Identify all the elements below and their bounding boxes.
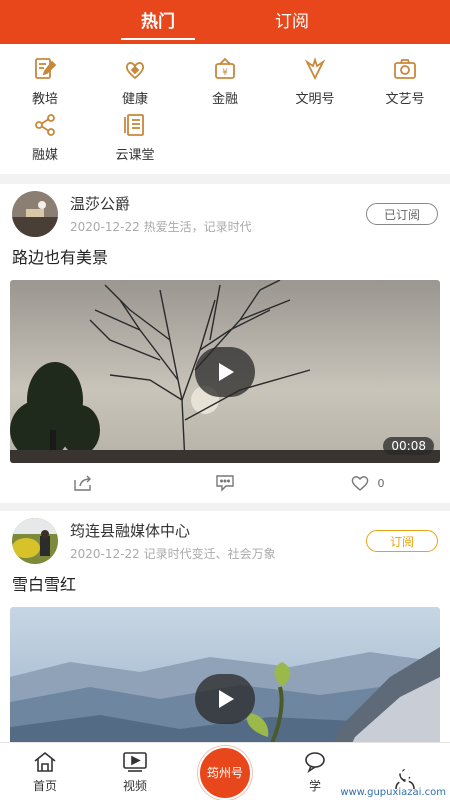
play-icon <box>219 362 234 381</box>
heart-icon <box>351 476 368 491</box>
bottom-nav: 首页 视频 筠州号 学 谷普软件园 www.gupuxiazai.com <box>0 742 450 800</box>
play-button[interactable] <box>195 673 255 724</box>
svg-text:¥: ¥ <box>222 68 228 78</box>
nav-label: 视频 <box>122 779 147 793</box>
avatar[interactable] <box>12 518 58 564</box>
tab-hot[interactable]: 热门 <box>121 7 195 40</box>
nav-video[interactable]: 视频 <box>90 743 180 800</box>
chat-icon <box>305 752 325 773</box>
edu-icon <box>35 58 57 79</box>
finance-icon: ¥ <box>215 57 235 79</box>
category-label: 文艺号 <box>385 92 425 107</box>
share-button[interactable] <box>12 474 154 492</box>
video-duration: 00:08 <box>383 437 434 455</box>
avatar[interactable] <box>12 191 58 237</box>
category-arts[interactable]: 文艺号 <box>360 52 450 108</box>
category-cloud-class[interactable]: 云课堂 <box>90 108 180 164</box>
post-actions: 0 <box>12 463 438 503</box>
play-button[interactable] <box>195 346 255 397</box>
civilization-icon <box>304 57 326 81</box>
subscribed-button[interactable]: 已订阅 <box>366 203 438 225</box>
like-count: 0 <box>377 476 385 490</box>
comment-button[interactable] <box>154 474 296 492</box>
nav-more[interactable] <box>360 743 450 800</box>
category-civilization[interactable]: 文明号 <box>270 52 360 108</box>
play-icon <box>219 689 234 708</box>
top-tab-bar: 热门 订阅 <box>0 0 450 44</box>
content-feed: 温莎公爵 2020-12-22 热爱生活，记录时代 已订阅 路边也有美景 00:… <box>0 184 450 798</box>
category-edu[interactable]: 教培 <box>0 52 90 108</box>
category-health[interactable]: 健康 <box>90 52 180 108</box>
nav-study[interactable]: 学 <box>270 743 360 800</box>
post-title[interactable]: 路边也有美景 <box>12 244 438 268</box>
junzhou-button[interactable]: 筠州号 <box>198 745 252 800</box>
post-meta: 2020-12-22 记录时代变迁、社会万象 <box>70 545 366 562</box>
subscribe-button[interactable]: 订阅 <box>366 530 438 552</box>
author-name[interactable]: 温莎公爵 <box>70 193 366 214</box>
category-finance[interactable]: ¥ 金融 <box>180 52 270 108</box>
like-button[interactable]: 0 <box>296 474 438 492</box>
category-grid: 教培 健康 ¥ 金融 文明号 文艺号 融媒 云课堂 <box>0 44 450 174</box>
post-card[interactable]: 温莎公爵 2020-12-22 热爱生活，记录时代 已订阅 路边也有美景 00:… <box>0 184 450 503</box>
post-title[interactable]: 雪白雪红 <box>12 571 438 595</box>
author-name[interactable]: 筠连县融媒体中心 <box>70 520 366 541</box>
video-icon <box>123 752 147 772</box>
category-label: 云课堂 <box>115 148 155 163</box>
category-label: 金融 <box>211 92 238 107</box>
share-icon <box>74 475 91 491</box>
nav-home[interactable]: 首页 <box>0 743 90 800</box>
video-thumbnail[interactable]: 00:08 <box>10 280 440 463</box>
health-icon <box>125 62 145 80</box>
nav-label: 学 <box>308 779 321 793</box>
nav-label: 首页 <box>32 779 57 793</box>
app-screen: 热门 订阅 教培 健康 ¥ 金融 文明号 文艺号 融媒 云课堂 温莎公爵 202… <box>0 0 450 800</box>
category-label: 文明号 <box>295 92 335 107</box>
category-label: 教培 <box>31 92 58 107</box>
post-tags: 记录时代变迁、社会万象 <box>143 547 276 561</box>
book-icon <box>124 114 144 136</box>
post-date: 2020-12-22 <box>70 547 140 561</box>
category-media[interactable]: 融媒 <box>0 108 90 164</box>
post-meta: 2020-12-22 热爱生活，记录时代 <box>70 218 366 235</box>
tab-subscribe[interactable]: 订阅 <box>255 7 329 38</box>
profile-icon <box>395 769 415 790</box>
nav-center[interactable]: 筠州号 <box>180 743 270 800</box>
post-tags: 热爱生活，记录时代 <box>143 220 252 234</box>
home-icon <box>34 751 56 772</box>
comment-icon <box>216 475 234 492</box>
camera-icon <box>394 59 416 79</box>
post-date: 2020-12-22 <box>70 220 140 234</box>
share-icon <box>35 114 55 136</box>
category-label: 健康 <box>121 92 148 107</box>
category-label: 融媒 <box>31 148 58 163</box>
